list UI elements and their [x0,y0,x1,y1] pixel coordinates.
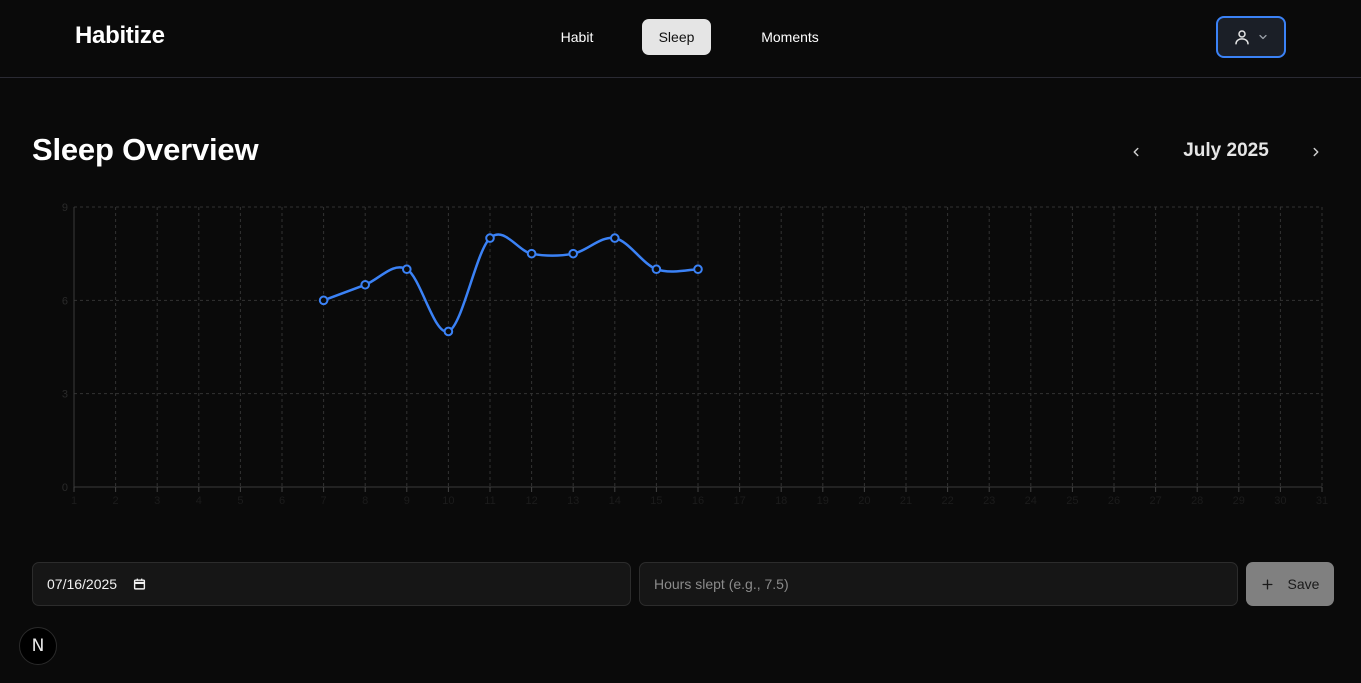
x-tick-label: 20 [858,495,870,507]
hours-slept-input[interactable] [639,562,1238,606]
data-point [485,233,495,243]
save-button[interactable]: Save [1246,562,1334,606]
x-tick-label: 16 [692,495,704,507]
x-tick-label: 11 [484,495,495,507]
x-tick-label: 15 [650,495,662,507]
user-menu-button[interactable] [1216,16,1286,58]
nav-moments[interactable]: Moments [746,19,834,55]
chevron-left-icon [1133,147,1139,157]
x-tick-label: 22 [941,495,953,507]
data-point [693,264,703,275]
x-tick-label: 25 [1066,495,1078,507]
plus-icon [1262,578,1273,590]
x-tick-label: 23 [983,495,995,507]
x-tick-label: 10 [442,495,454,507]
date-input[interactable]: 07/16/2025 [32,562,631,606]
x-tick-label: 9 [404,495,410,507]
save-label: Save [1287,576,1320,592]
x-tick-label: 8 [362,495,368,507]
data-point [318,295,329,306]
data-point [443,326,454,337]
top-bar: Habitize Habit Sleep Moments [0,0,1361,78]
sleep-line [323,233,699,333]
x-tick-label: 6 [279,495,285,507]
chart-points [318,233,703,337]
chart-grid [73,206,1323,488]
badge-letter: N [31,636,45,656]
x-tick-label: 5 [237,495,243,507]
sleep-entry-form: 07/16/2025 Save [0,562,1361,606]
x-tick-label: 24 [1025,495,1037,507]
x-tick-label: 2 [113,495,119,507]
data-point [402,264,412,275]
x-tick-label: 31 [1316,495,1328,507]
y-tick-label: 3 [62,389,68,401]
x-tick-label: 14 [609,495,621,507]
x-tick-label: 27 [1149,495,1161,507]
nav-habit[interactable]: Habit [546,19,608,55]
y-tick-label: 6 [62,295,68,307]
data-point [360,279,371,290]
x-tick-label: 1 [71,495,77,507]
x-tick-label: 26 [1108,495,1120,507]
x-tick-label: 7 [321,495,327,507]
x-tick-label: 19 [817,495,829,507]
current-month: July 2025 [1183,140,1269,161]
month-navigation: July 2025 [0,136,1361,168]
chevron-right-icon [1313,147,1319,157]
x-tick-label: 17 [733,495,745,507]
next-dev-badge[interactable]: N [19,627,57,665]
sleep-chart: 1 2 3 4 5 6 7 8 9 10 11 12 13 14 15 16 17 18 19 20 21 22 23 24 2… [62,202,1328,507]
x-tick-label: 13 [567,495,579,507]
data-point [568,248,579,259]
data-point [651,264,662,275]
user-icon [1235,30,1249,45]
data-point [610,233,620,243]
calendar-icon[interactable] [133,577,146,591]
y-tick-label: 0 [62,482,68,494]
x-tick-label: 12 [525,495,537,507]
chart-ticks: 1 2 3 4 5 6 7 8 9 10 11 12 13 14 15 16 17 18 19 20 21 22 23 24 2… [62,202,1328,507]
data-point [526,248,537,259]
x-tick-label: 28 [1191,495,1203,507]
x-tick-label: 29 [1233,495,1245,507]
prev-month-button[interactable] [1122,138,1150,166]
date-value: 07/16/2025 [47,576,118,592]
next-month-button[interactable] [1302,138,1330,166]
x-tick-label: 21 [900,495,912,507]
x-tick-label: 4 [196,495,202,507]
x-tick-label: 30 [1274,495,1286,507]
y-tick-label: 9 [62,202,68,214]
main-nav: Habit Sleep Moments [0,19,1361,55]
nav-sleep[interactable]: Sleep [642,19,711,55]
x-tick-label: 3 [154,495,160,507]
x-tick-label: 18 [775,495,787,507]
chevron-down-icon [1259,34,1267,40]
